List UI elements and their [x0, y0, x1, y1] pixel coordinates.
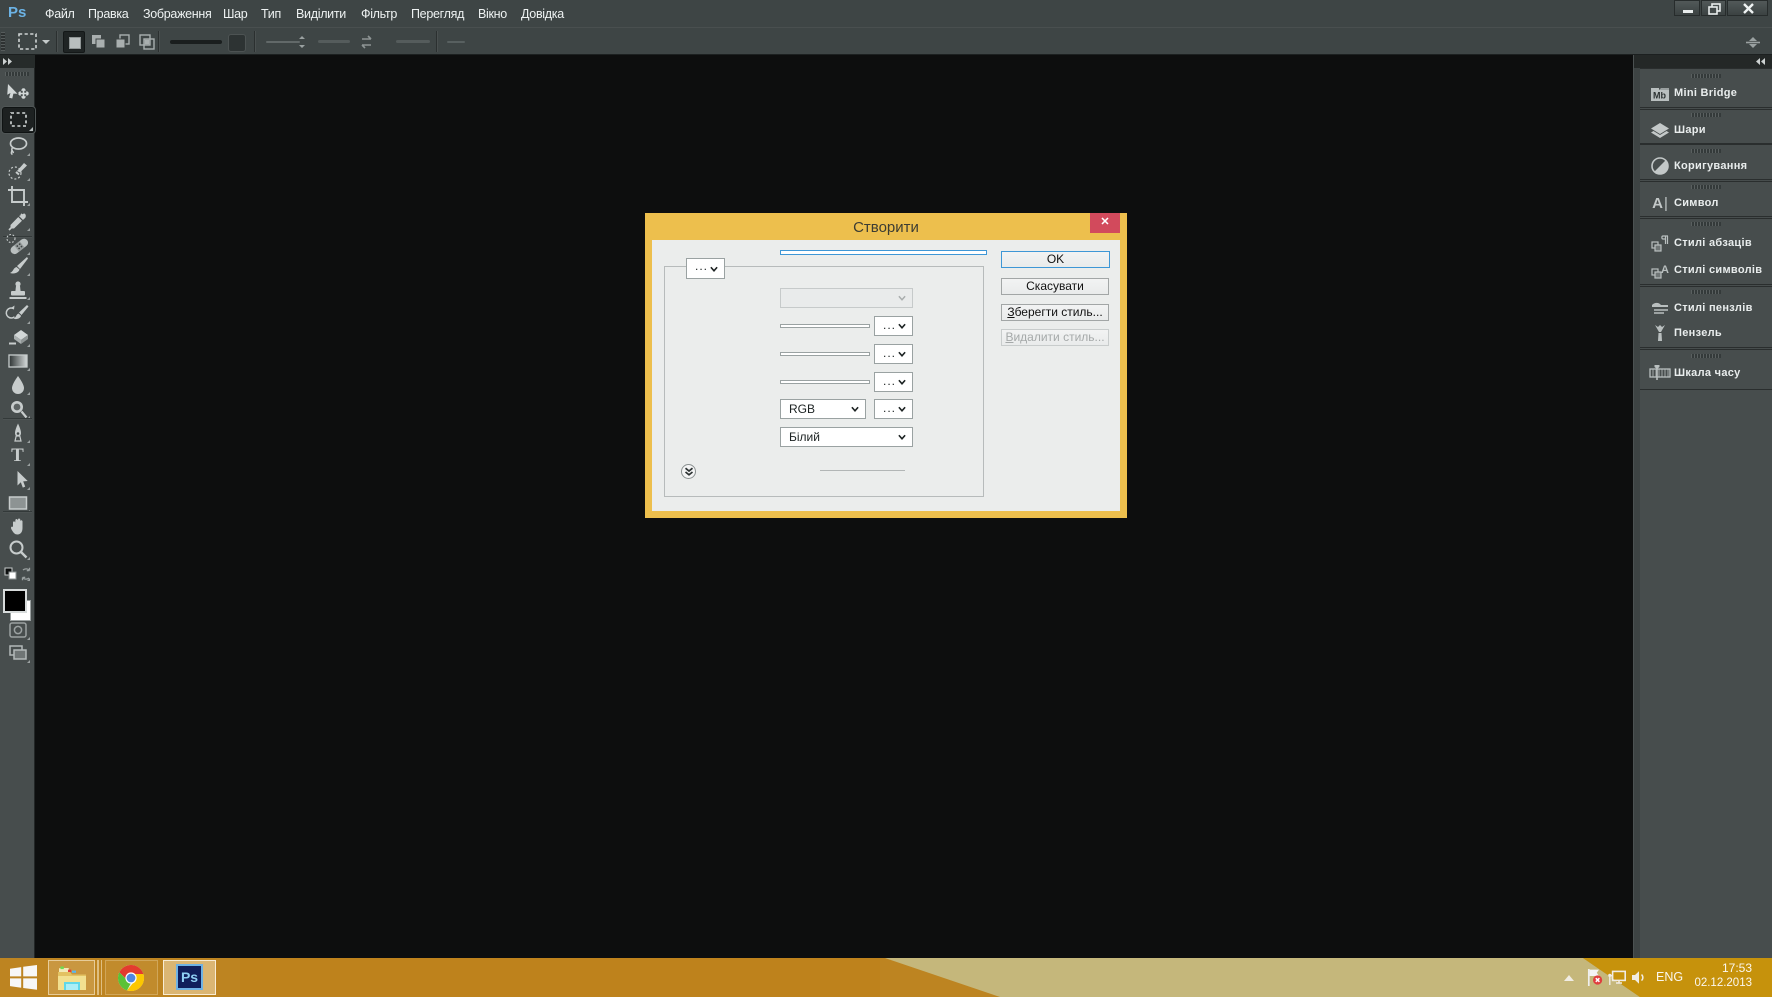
- svg-text:A: A: [1661, 264, 1669, 276]
- svg-text:Mb: Mb: [1653, 90, 1666, 100]
